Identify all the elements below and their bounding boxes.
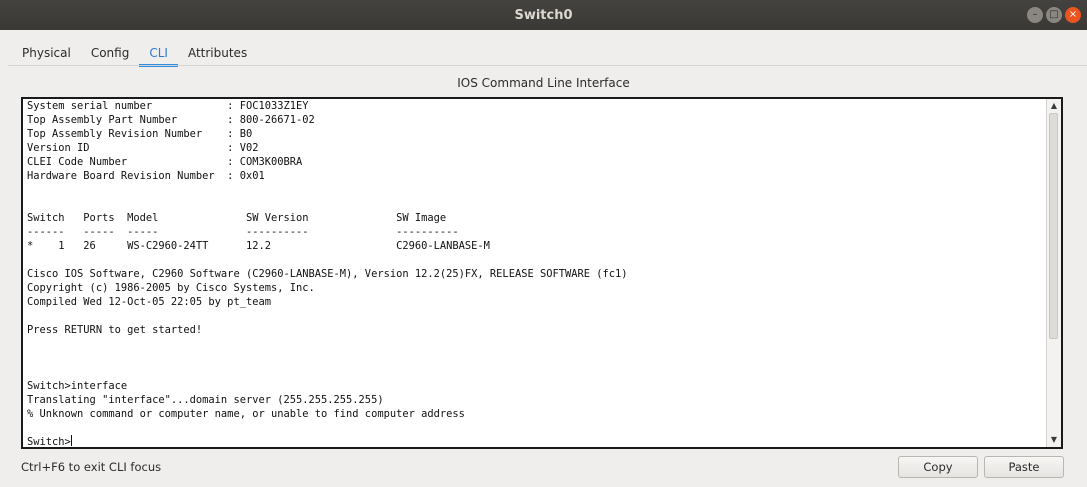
maximize-icon[interactable]: □ — [1046, 7, 1062, 23]
tab-bar: Physical Config CLI Attributes — [12, 41, 257, 67]
window-title: Switch0 — [514, 7, 573, 23]
vertical-scrollbar[interactable]: ▲ ▼ — [1046, 99, 1061, 447]
paste-button[interactable]: Paste — [984, 456, 1064, 478]
close-icon[interactable]: × — [1065, 7, 1081, 23]
tab-cli[interactable]: CLI — [139, 41, 178, 67]
scrollbar-thumb[interactable] — [1049, 113, 1058, 339]
tab-config[interactable]: Config — [81, 41, 140, 65]
window-titlebar[interactable]: Switch0 – □ × — [0, 0, 1087, 30]
copy-button[interactable]: Copy — [898, 456, 978, 478]
text-cursor — [70, 435, 72, 446]
window-controls: – □ × — [1027, 7, 1081, 23]
tab-divider — [8, 65, 1087, 66]
minimize-icon[interactable]: – — [1027, 7, 1043, 23]
cli-output-text: System serial number : FOC1033Z1EY Top A… — [27, 100, 628, 420]
scroll-down-arrow-icon[interactable]: ▼ — [1047, 434, 1061, 446]
cli-focus-hint: Ctrl+F6 to exit CLI focus — [21, 460, 162, 474]
tab-physical[interactable]: Physical — [12, 41, 81, 65]
cli-terminal[interactable]: System serial number : FOC1033Z1EY Top A… — [21, 97, 1063, 449]
cli-heading: IOS Command Line Interface — [457, 76, 630, 90]
scroll-up-arrow-icon[interactable]: ▲ — [1047, 100, 1061, 112]
tab-attributes[interactable]: Attributes — [178, 41, 257, 65]
cli-prompt: Switch> — [27, 436, 71, 447]
cli-output[interactable]: System serial number : FOC1033Z1EY Top A… — [27, 99, 1045, 447]
